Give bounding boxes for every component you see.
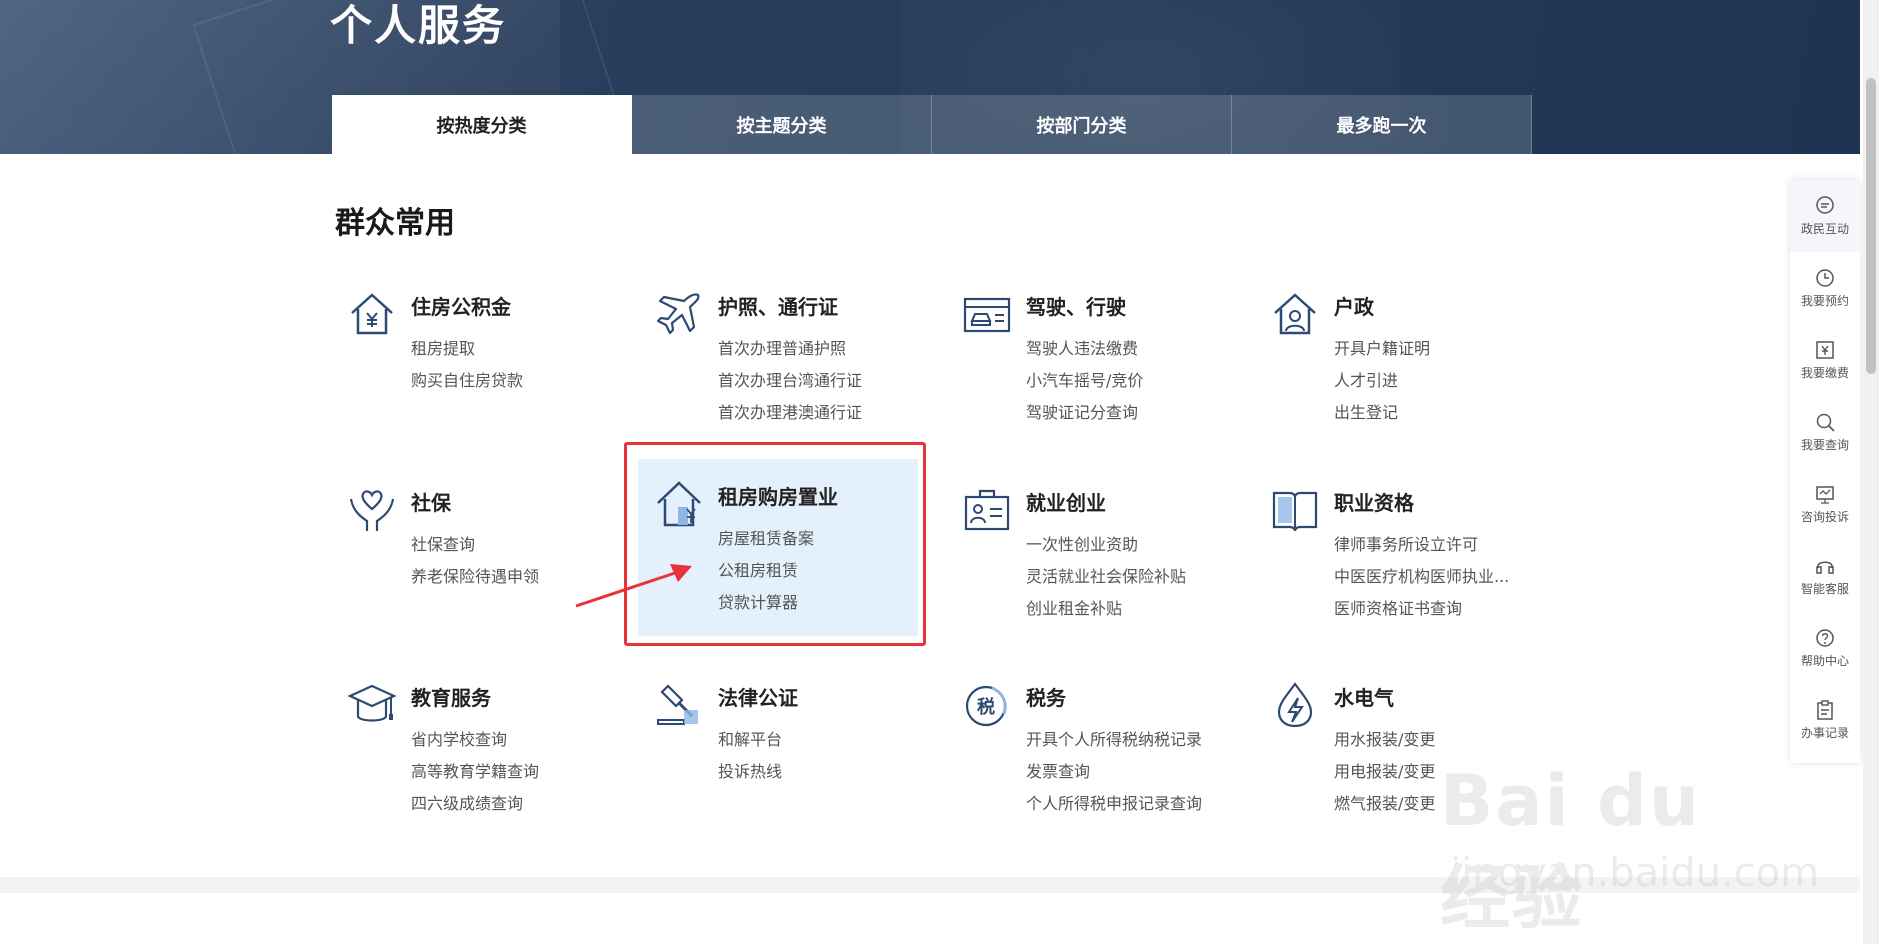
vehicle-license-icon: [963, 297, 1011, 333]
page-title: 个人服务: [330, 1, 507, 50]
card-title: 驾驶、行驶: [1026, 295, 1126, 319]
watermark-url: jingyan.baidu.com: [1450, 850, 1820, 896]
service-link[interactable]: 个人所得税申报记录查询: [1026, 788, 1202, 820]
service-link[interactable]: 驾驶证记分查询: [1026, 397, 1143, 429]
service-link[interactable]: 四六级成绩查询: [411, 788, 539, 820]
float-item-label: 我要预约: [1800, 294, 1849, 308]
scrollbar-thumb[interactable]: [1866, 78, 1876, 374]
service-link[interactable]: 首次办理港澳通行证: [718, 397, 862, 429]
service-link[interactable]: 医师资格证书查询: [1334, 593, 1509, 625]
card-title: 护照、通行证: [718, 295, 838, 319]
service-link[interactable]: 开具个人所得税纳税记录: [1026, 724, 1202, 756]
card-title: 法律公证: [718, 686, 798, 710]
headset-icon: [1816, 561, 1834, 574]
card-title: 住房公积金: [411, 295, 511, 319]
floating-service-bar: 政民互动 我要预约 我要缴费 我要查询 咨询投诉 智能客服 帮助中心 办事记录: [1790, 180, 1860, 763]
service-link[interactable]: 社保查询: [411, 529, 539, 561]
service-link[interactable]: 高等教育学籍查询: [411, 756, 539, 788]
card-title: 税务: [1026, 686, 1066, 710]
gavel-icon: [657, 684, 698, 725]
float-item-records[interactable]: 办事记录: [1790, 684, 1860, 756]
yuan-payment-icon: [1816, 341, 1834, 359]
float-item-label: 我要查询: [1800, 438, 1849, 452]
monitor-icon: [1816, 486, 1834, 504]
heart-hands-icon: [349, 490, 395, 531]
clipboard-icon: [1817, 700, 1833, 720]
float-item-label: 办事记录: [1800, 726, 1849, 740]
service-link[interactable]: 燃气报装/变更: [1334, 788, 1435, 820]
watermark: Bai du 经验 jingyan.baidu.com: [1440, 740, 1819, 939]
float-item-help[interactable]: 帮助中心: [1790, 612, 1860, 684]
briefcase-id-icon: [964, 489, 1010, 531]
service-link[interactable]: 投诉热线: [718, 756, 782, 788]
category-tabs: 按热度分类 按主题分类 按部门分类 最多跑一次: [332, 95, 1532, 154]
annotation-highlight-frame: [624, 442, 926, 646]
service-link[interactable]: 购买自住房贷款: [411, 365, 523, 397]
service-link[interactable]: 出生登记: [1334, 397, 1430, 429]
service-link[interactable]: 人才引进: [1334, 365, 1430, 397]
service-link[interactable]: 养老保险待遇申领: [411, 561, 539, 593]
search-icon: [1816, 413, 1835, 432]
service-link[interactable]: 小汽车摇号/竞价: [1026, 365, 1143, 397]
airplane-icon: [656, 293, 700, 335]
service-link[interactable]: 用水报装/变更: [1334, 724, 1435, 756]
service-link[interactable]: 创业租金补贴: [1026, 593, 1186, 625]
tab-by-theme[interactable]: 按主题分类: [632, 95, 932, 154]
service-link[interactable]: 中医医疗机构医师执业...: [1334, 561, 1509, 593]
page: 个人服务 按热度分类 按主题分类 按部门分类 最多跑一次 群众常用 住房公积金 …: [0, 0, 1879, 944]
service-link[interactable]: 驾驶人违法缴费: [1026, 333, 1143, 365]
service-link[interactable]: 用电报装/变更: [1334, 756, 1435, 788]
svg-text:税: 税: [977, 696, 995, 718]
float-item-query[interactable]: 我要查询: [1790, 396, 1860, 468]
card-title: 就业创业: [1026, 491, 1106, 515]
float-item-label: 我要缴费: [1800, 366, 1849, 380]
float-item-interaction[interactable]: 政民互动: [1790, 180, 1860, 252]
service-link[interactable]: 首次办理台湾通行证: [718, 365, 862, 397]
service-link[interactable]: 灵活就业社会保险补贴: [1026, 561, 1186, 593]
tab-by-popularity[interactable]: 按热度分类: [332, 95, 632, 154]
open-book-icon: [1272, 491, 1318, 532]
banner: 个人服务 按热度分类 按主题分类 按部门分类 最多跑一次: [0, 0, 1860, 154]
tab-by-department[interactable]: 按部门分类: [932, 95, 1232, 154]
chat-bubble-icon: [1816, 196, 1834, 214]
help-icon: [1816, 629, 1834, 647]
float-item-appointment[interactable]: 我要预约: [1790, 252, 1860, 324]
card-title: 社保: [411, 491, 451, 515]
house-yuan-icon: [351, 293, 393, 335]
tab-run-once[interactable]: 最多跑一次: [1232, 95, 1532, 154]
section-title: 群众常用: [335, 206, 455, 241]
card-title: 职业资格: [1334, 491, 1414, 515]
service-link[interactable]: 律师事务所设立许可: [1334, 529, 1509, 561]
house-person-icon: [1274, 293, 1316, 335]
water-lightning-icon: [1277, 682, 1313, 728]
float-item-label: 咨询投诉: [1800, 510, 1849, 524]
card-title: 户政: [1334, 295, 1374, 319]
annotation-arrow-icon: [575, 564, 692, 608]
service-link[interactable]: 租房提取: [411, 333, 523, 365]
card-title: 教育服务: [411, 686, 491, 710]
service-link[interactable]: 省内学校查询: [411, 724, 539, 756]
service-link[interactable]: 发票查询: [1026, 756, 1202, 788]
card-title: 水电气: [1334, 686, 1394, 710]
service-link[interactable]: 开具户籍证明: [1334, 333, 1430, 365]
float-item-label: 帮助中心: [1800, 654, 1849, 668]
float-item-label: 智能客服: [1800, 582, 1849, 596]
service-link[interactable]: 首次办理普通护照: [718, 333, 862, 365]
float-item-complaint[interactable]: 咨询投诉: [1790, 468, 1860, 540]
float-item-smart-service[interactable]: 智能客服: [1790, 540, 1860, 612]
tax-seal-icon: 税: [965, 685, 1007, 727]
float-item-label: 政民互动: [1800, 222, 1849, 236]
clock-icon: [1816, 269, 1834, 287]
service-link[interactable]: 和解平台: [718, 724, 782, 756]
float-item-payment[interactable]: 我要缴费: [1790, 324, 1860, 396]
service-link[interactable]: 一次性创业资助: [1026, 529, 1186, 561]
graduation-cap-icon: [347, 684, 397, 722]
